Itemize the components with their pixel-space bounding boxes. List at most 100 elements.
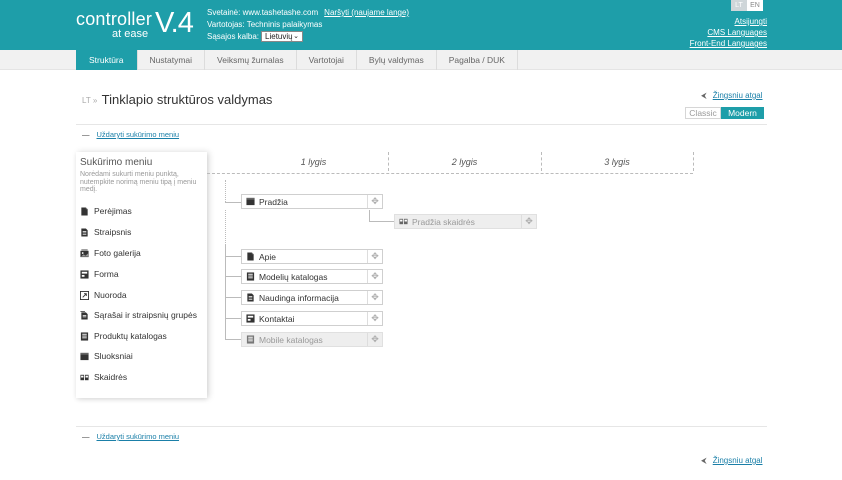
level-divider [693,152,694,171]
menu-type-label: Produktų katalogas [94,331,167,341]
tab-veiksmu-zurnalas[interactable]: Veiksmų žurnalas [205,50,297,70]
tree-line [225,202,241,203]
back-top: ⮜ Žingsniu atgal [701,91,763,101]
minus-icon: — [82,130,90,139]
menu-type-straipsnis[interactable]: Straipsnis [80,227,131,237]
close-menu-link-top[interactable]: Uždaryti sukūrimo meniu [97,130,180,139]
site-label: Svetainė: www.tashetashe.com [207,8,319,17]
tab-vartotojai[interactable]: Vartotojai [297,50,357,70]
lang-en-button[interactable]: EN [747,0,763,11]
menu-type-sarasai[interactable]: Sąrašai ir straipsnių grupės [80,310,197,320]
menu-type-foto-galerija[interactable]: Foto galerija [80,248,141,258]
cms-languages-link[interactable]: CMS Languages [690,27,767,38]
file-icon [247,252,254,261]
move-icon[interactable]: ✥ [367,333,382,346]
tree-node-label: Kontaktai [259,313,295,324]
tree-node-pradzia[interactable]: Pradžia ✥ [241,194,383,209]
tree-line [369,210,394,222]
menu-type-produktu-katalogas[interactable]: Produktų katalogas [80,331,167,341]
move-icon[interactable]: ✥ [367,270,382,283]
language-select[interactable]: Lietuvių ⌄ [261,31,304,43]
back-bottom: ⮜ Žingsniu atgal [701,456,763,466]
panel-title: Sukūrimo meniu [80,157,153,168]
back-link-top[interactable]: Žingsniu atgal [713,91,763,100]
move-icon[interactable]: ✥ [521,215,536,228]
frontend-languages-link[interactable]: Front-End Languages [690,38,767,49]
menu-type-label: Skaidrės [94,372,128,382]
panel-description: Norėdami sukurti meniu punktą, nutempkit… [80,171,197,193]
close-menu-bottom: — Uždaryti sukūrimo meniu [82,432,179,441]
catalog-icon [246,272,255,281]
menu-type-sluoksniai[interactable]: Sluoksniai [80,351,133,361]
layers-icon [246,197,255,206]
logo-line1: controller [76,9,153,29]
view-modern-button[interactable]: Modern [721,107,764,119]
tree-node-label: Modelių katalogas [259,271,328,282]
tree-node-label: Naudinga informacija [259,292,339,303]
tree-node-pradzia-skaidres[interactable]: Pradžia skaidrės ✥ [394,214,537,229]
slides-icon [399,218,408,225]
article-icon [247,293,254,302]
app-logo[interactable]: controller at ease V.4 [76,4,201,46]
tree-node-label: Pradžia [259,196,288,207]
gallery-icon [80,248,89,257]
file-icon [81,206,88,216]
link-icon [80,290,89,300]
language-switcher: LT EN [731,0,763,11]
move-icon[interactable]: ✥ [367,291,382,304]
browse-site-link[interactable]: Naršyti (naujame lange) [324,8,409,17]
divider [76,124,767,125]
close-menu-top: — Uždaryti sukūrimo meniu [82,130,179,139]
move-icon[interactable]: ✥ [367,250,382,263]
page-title-text: Tinklapio struktūros valdymas [101,92,273,107]
tree-line [225,298,241,319]
level-2-header: 2 lygis [451,157,478,167]
breadcrumb[interactable]: LT » [82,96,97,105]
logo-line2: at ease [112,28,149,40]
back-link-bottom[interactable]: Žingsniu atgal [713,456,763,465]
catalog-icon [246,335,255,344]
level-header-divider [207,173,693,174]
tree-node-modeliu-katalogas[interactable]: Modelių katalogas ✥ [241,269,383,284]
tab-bylu-valdymas[interactable]: Bylų valdymas [357,50,437,70]
tree-line [225,244,241,257]
tree-node-mobile-katalogas[interactable]: Mobile katalogas ✥ [241,332,383,347]
menu-type-label: Sluoksniai [94,351,133,361]
level-divider [541,152,542,171]
user-label: Vartotojas: Techninis palaikymas [207,20,323,29]
catalog-icon [80,331,89,341]
move-icon[interactable]: ✥ [367,312,382,325]
tab-struktura[interactable]: Struktūra [76,50,138,70]
tree-line [225,277,241,298]
lang-lt-button[interactable]: LT [731,0,747,11]
tree-node-label: Pradžia skaidrės [412,216,475,227]
close-menu-link-bottom[interactable]: Uždaryti sukūrimo meniu [97,432,180,441]
logout-link[interactable]: Atsijungti [690,16,767,27]
move-icon[interactable]: ✥ [367,195,382,208]
arrow-left-icon: ⮜ [701,91,707,100]
menu-type-label: Nuoroda [94,290,127,300]
language-select-value: Lietuvių [265,32,293,42]
tab-nustatymai[interactable]: Nustatymai [138,50,206,70]
arrow-left-icon: ⮜ [701,456,707,465]
tree-node-kontaktai[interactable]: Kontaktai ✥ [241,311,383,326]
view-toggle: Classic Modern [685,107,764,119]
tab-pagalba[interactable]: Pagalba / DUK [437,50,518,70]
tree-node-label: Mobile katalogas [259,334,323,345]
menu-type-label: Straipsnis [94,227,132,237]
menu-type-forma[interactable]: Forma [80,269,119,279]
main-nav: Struktūra Nustatymai Veiksmų žurnalas Va… [0,50,842,70]
form-icon [246,314,255,323]
tree-line [225,319,241,340]
menu-type-skaidres[interactable]: Skaidrės [80,372,127,382]
tree-node-naudinga-informacija[interactable]: Naudinga informacija ✥ [241,290,383,305]
menu-type-perejimas[interactable]: Perėjimas [80,206,132,216]
article-icon [81,227,88,237]
menu-type-nuoroda[interactable]: Nuoroda [80,290,127,300]
create-menu-panel: Sukūrimo meniu Norėdami sukurti meniu pu… [76,152,207,398]
tree-line [225,257,241,277]
tree-node-apie[interactable]: Apie ✥ [241,249,383,264]
menu-type-label: Forma [94,269,119,279]
view-classic-button[interactable]: Classic [685,107,721,119]
level-divider [388,152,389,171]
